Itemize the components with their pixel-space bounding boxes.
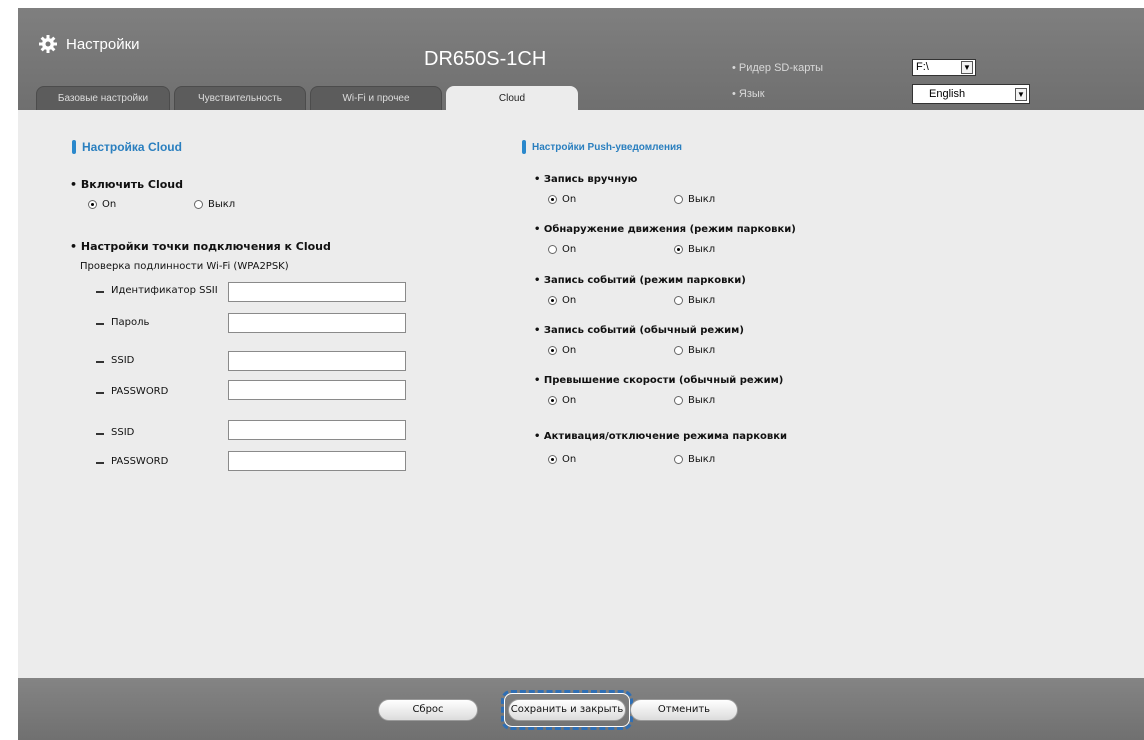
- push-event-normal-off-radio[interactable]: Выкл: [674, 345, 715, 356]
- radio-label: Выкл: [688, 244, 716, 255]
- push-item-label: • Обнаружение движения (режим парковки): [534, 224, 796, 235]
- radio-label: Выкл: [688, 454, 716, 465]
- push-parking-toggle-off-radio[interactable]: Выкл: [674, 454, 715, 465]
- language-label: • Язык: [732, 88, 765, 100]
- password-input[interactable]: [228, 313, 406, 333]
- bullet-dash: [96, 433, 104, 435]
- cloud-settings-title-text: Настройка Cloud: [82, 140, 182, 154]
- radio-label: Выкл: [688, 194, 716, 205]
- password-input-1[interactable]: [228, 380, 406, 400]
- ssid-input-2[interactable]: [228, 420, 406, 440]
- device-model: DR650S-1CH: [424, 48, 547, 70]
- push-settings-title-text: Настройки Push-уведомления: [532, 141, 682, 153]
- push-speed-on-radio[interactable]: On: [548, 395, 576, 406]
- radio-unselected-icon: [674, 396, 683, 405]
- push-speed-off-radio[interactable]: Выкл: [674, 395, 715, 406]
- tab-basic[interactable]: Базовые настройки: [36, 86, 170, 110]
- password-input-2[interactable]: [228, 451, 406, 471]
- radio-label: Выкл: [208, 199, 236, 210]
- enable-cloud-off-radio[interactable]: Выкл: [194, 199, 235, 210]
- chevron-down-icon[interactable]: ▼: [1015, 88, 1027, 101]
- bullet-dash: [96, 392, 104, 394]
- radio-selected-icon: [548, 195, 557, 204]
- radio-label: On: [562, 244, 577, 255]
- push-event-parking-off-radio[interactable]: Выкл: [674, 295, 715, 306]
- sd-reader-label: • Ридер SD-карты: [732, 62, 824, 74]
- bullet-dash: [96, 361, 104, 363]
- bullet-dash: [96, 323, 104, 325]
- radio-selected-icon: [674, 245, 683, 254]
- radio-label: Выкл: [688, 295, 716, 306]
- header: Настройки DR650S-1CH Базовые настройки Ч…: [18, 8, 1144, 110]
- ssid-input-1[interactable]: [228, 351, 406, 371]
- radio-unselected-icon: [674, 455, 683, 464]
- language-value: English: [929, 88, 966, 100]
- app-title-text: Настройки: [66, 35, 140, 53]
- push-manual-on-radio[interactable]: On: [548, 194, 576, 205]
- radio-label: Выкл: [688, 345, 716, 356]
- radio-label: On: [562, 345, 577, 356]
- push-item-label: • Запись событий (обычный режим): [534, 325, 744, 336]
- push-parking-toggle-on-radio[interactable]: On: [548, 454, 576, 465]
- push-event-normal-on-radio[interactable]: On: [548, 345, 576, 356]
- radio-label: On: [102, 199, 117, 210]
- radio-selected-icon: [88, 200, 97, 209]
- push-item-label: • Активация/отключение режима парковки: [534, 431, 787, 442]
- radio-selected-icon: [548, 455, 557, 464]
- radio-selected-icon: [548, 396, 557, 405]
- bullet-dash: [96, 462, 104, 464]
- field-label: PASSWORD: [111, 386, 169, 397]
- cloud-settings-title: Настройка Cloud: [72, 140, 182, 154]
- radio-selected-icon: [548, 346, 557, 355]
- radio-label: On: [562, 395, 577, 406]
- auth-note: Проверка подлинности Wi-Fi (WPA2PSK): [80, 261, 289, 272]
- sd-reader-select[interactable]: F:\ ▼: [912, 59, 976, 76]
- push-event-parking-on-radio[interactable]: On: [548, 295, 576, 306]
- radio-label: Выкл: [688, 395, 716, 406]
- app-title: Настройки: [38, 34, 140, 54]
- field-label: SSID: [111, 355, 135, 366]
- push-item-label: • Превышение скорости (обычный режим): [534, 375, 784, 386]
- section-marker: [72, 140, 76, 154]
- settings-window: Настройки DR650S-1CH Базовые настройки Ч…: [18, 8, 1144, 740]
- gear-icon: [39, 35, 57, 53]
- field-label: Пароль: [111, 317, 150, 328]
- radio-unselected-icon: [674, 296, 683, 305]
- push-settings-title: Настройки Push-уведомления: [522, 140, 682, 154]
- push-item-label: • Запись вручную: [534, 174, 638, 185]
- push-motion-on-radio[interactable]: On: [548, 244, 576, 255]
- push-manual-off-radio[interactable]: Выкл: [674, 194, 715, 205]
- push-motion-off-radio[interactable]: Выкл: [674, 244, 715, 255]
- ssid-id-input[interactable]: [228, 282, 406, 302]
- field-label: SSID: [111, 427, 135, 438]
- radio-unselected-icon: [194, 200, 203, 209]
- enable-cloud-label: • Включить Cloud: [70, 178, 183, 191]
- radio-label: On: [562, 295, 577, 306]
- tab-cloud[interactable]: Cloud: [446, 86, 578, 110]
- field-label: Идентификатор SSII: [111, 285, 218, 296]
- radio-unselected-icon: [548, 245, 557, 254]
- radio-label: On: [562, 454, 577, 465]
- radio-label: On: [562, 194, 577, 205]
- section-marker: [522, 140, 526, 154]
- radio-unselected-icon: [674, 195, 683, 204]
- cloud-ap-title: • Настройки точки подключения к Cloud: [70, 240, 331, 253]
- chevron-down-icon[interactable]: ▼: [961, 61, 973, 74]
- tab-sensitivity[interactable]: Чувствительность: [174, 86, 306, 110]
- radio-unselected-icon: [674, 346, 683, 355]
- language-select[interactable]: English ▼: [912, 84, 1030, 104]
- radio-selected-icon: [548, 296, 557, 305]
- sd-reader-value: F:\: [916, 61, 929, 73]
- reset-button[interactable]: Сброс: [378, 699, 478, 721]
- push-item-label: • Запись событий (режим парковки): [534, 275, 746, 286]
- tab-wifi[interactable]: Wi-Fi и прочее: [310, 86, 442, 110]
- enable-cloud-on-radio[interactable]: On: [88, 199, 116, 210]
- field-label: PASSWORD: [111, 456, 169, 467]
- bullet-dash: [96, 291, 104, 293]
- save-and-close-button[interactable]: Сохранить и закрыть: [508, 699, 626, 721]
- cancel-button[interactable]: Отменить: [630, 699, 738, 721]
